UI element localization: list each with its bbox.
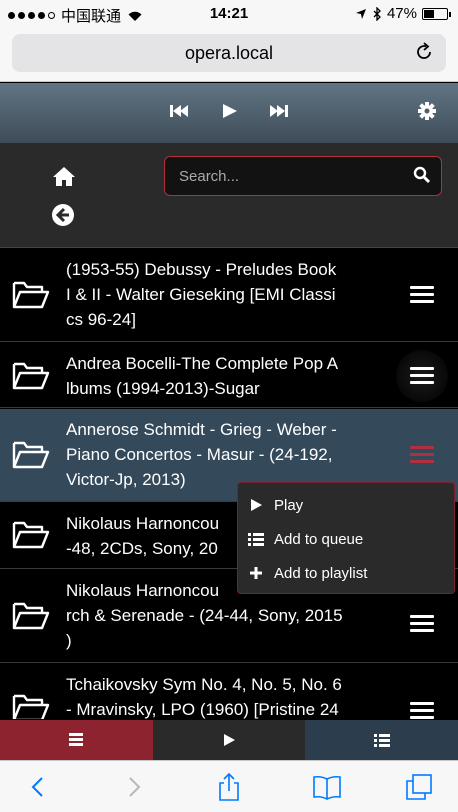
- list-item-title: Annerose Schmidt - Grieg - Weber - Piano…: [66, 420, 337, 489]
- menu-item-label: Play: [274, 496, 304, 514]
- bluetooth-icon: [373, 6, 381, 21]
- bookmarks-icon[interactable]: [312, 773, 342, 801]
- menu-icon[interactable]: [410, 446, 434, 466]
- gear-icon[interactable]: [412, 99, 442, 123]
- list-icon: [248, 533, 264, 546]
- list-item[interactable]: Tchaikovsky Sym No. 4, No. 5, No. 6 - Mr…: [0, 664, 458, 719]
- url-field[interactable]: opera.local: [12, 34, 446, 72]
- list-item-title: (1953-55) Debussy - Preludes Book I & II…: [66, 260, 337, 329]
- navigation-bar: [0, 143, 458, 248]
- battery-icon: [422, 7, 451, 20]
- battery-percent: 47%: [386, 5, 417, 22]
- menu-item-add-to-queue[interactable]: Add to queue: [248, 527, 363, 551]
- share-icon[interactable]: [214, 773, 244, 801]
- player-controls: [0, 83, 458, 143]
- tab-queue[interactable]: [305, 720, 458, 760]
- folder-icon: [12, 441, 50, 469]
- reload-icon[interactable]: [412, 40, 436, 64]
- menu-icon[interactable]: [410, 702, 434, 719]
- browser-address-bar: opera.local: [0, 28, 458, 82]
- list-item[interactable]: Andrea Bocelli-The Complete Pop A lbums …: [0, 343, 458, 408]
- list-item-title: Tchaikovsky Sym No. 4, No. 5, No. 6 - Mr…: [66, 675, 342, 719]
- play-icon: [251, 499, 262, 511]
- tabs-icon[interactable]: [404, 773, 434, 801]
- tab-now-playing[interactable]: [152, 720, 306, 760]
- plus-icon: [250, 567, 262, 579]
- queue-list-icon: [373, 734, 390, 747]
- folder-icon: [12, 694, 50, 719]
- browser-toolbar: [0, 760, 458, 812]
- play-icon: [224, 734, 235, 746]
- menu-icon[interactable]: [410, 615, 434, 635]
- context-menu: Play Add to queue Add to playlist: [237, 482, 455, 594]
- url-text: opera.local: [184, 43, 274, 63]
- app-tab-bar: [0, 720, 458, 760]
- skip-forward-icon[interactable]: [265, 99, 295, 123]
- menu-icon[interactable]: [410, 367, 434, 387]
- folder-icon: [12, 602, 50, 630]
- list-item-title: Andrea Bocelli-The Complete Pop A lbums …: [66, 354, 339, 398]
- library-icon: [69, 733, 84, 746]
- skip-back-icon[interactable]: [163, 99, 193, 123]
- forward-chevron-icon[interactable]: [118, 773, 148, 801]
- search-input[interactable]: [179, 166, 399, 186]
- back-chevron-icon[interactable]: [24, 773, 54, 801]
- menu-item-add-to-playlist[interactable]: Add to playlist: [248, 561, 367, 585]
- menu-item-play[interactable]: Play: [248, 493, 303, 517]
- folder-icon: [12, 281, 50, 309]
- tab-library[interactable]: [0, 720, 153, 760]
- folder-icon: [12, 362, 50, 390]
- menu-item-label: Add to queue: [274, 530, 364, 548]
- status-bar: 中国联通 14:21 47%: [0, 0, 458, 28]
- list-item[interactable]: (1953-55) Debussy - Preludes Book I & II…: [0, 249, 458, 342]
- home-icon[interactable]: [52, 165, 76, 187]
- play-icon[interactable]: [214, 99, 244, 123]
- back-arrow-icon[interactable]: [52, 204, 74, 226]
- search-box: [164, 156, 442, 196]
- menu-icon[interactable]: [410, 286, 434, 306]
- folder-icon: [12, 521, 50, 549]
- menu-item-label: Add to playlist: [274, 564, 368, 582]
- status-right: 47%: [355, 5, 451, 22]
- location-icon: [355, 8, 366, 19]
- search-icon[interactable]: [413, 166, 431, 184]
